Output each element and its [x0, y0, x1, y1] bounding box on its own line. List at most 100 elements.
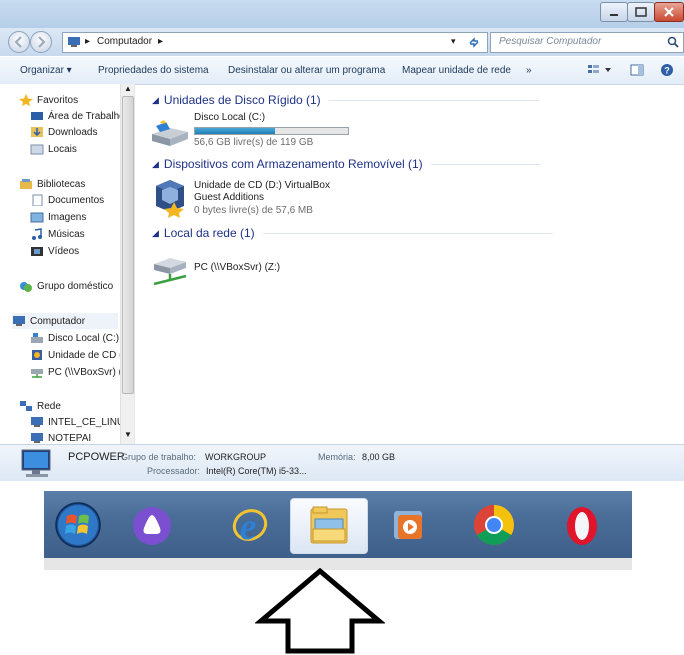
virtualbox-cd-icon: [156, 180, 184, 218]
disk-c-free-space: 56,6 GB livre(s) de 119 GB: [194, 137, 314, 148]
sidebar-item-videos[interactable]: Vídeos: [30, 243, 79, 259]
documents-icon: [32, 194, 43, 206]
help-icon[interactable]: ?: [660, 63, 674, 77]
group-header-removable[interactable]: ◢ Dispositivos com Armazenamento Removív…: [152, 157, 541, 171]
taskbar: e: [44, 491, 632, 558]
sidebar-item-local-disk[interactable]: Disco Local (C:): [30, 330, 119, 346]
uninstall-program-button[interactable]: Desinstalar ou alterar um programa: [228, 65, 385, 76]
star-icon: [19, 94, 33, 106]
group-header-hdd[interactable]: ◢ Unidades de Disco Rígido (1): [152, 93, 539, 107]
sidebar-item-favorites[interactable]: Favoritos: [19, 92, 78, 108]
details-pane: PCPOWER Grupo de trabalho: WORKGROUP Mem…: [0, 444, 684, 481]
group-divider: [328, 99, 539, 101]
address-bar[interactable]: ▸ Computador ▸ ▾: [62, 32, 488, 53]
sidebar-item-libraries[interactable]: Bibliotecas: [19, 176, 85, 192]
sidebar-item-desktop[interactable]: Área de Trabalho: [30, 108, 125, 124]
group-title: Local da rede (1): [163, 226, 255, 240]
sidebar-scrollbar[interactable]: ▲ ▼: [120, 84, 134, 444]
sidebar-item-network-pc-2[interactable]: NOTEPAI: [30, 430, 91, 444]
cd-drive-tile[interactable]: [152, 178, 188, 218]
sidebar-item-network[interactable]: Rede: [19, 398, 61, 414]
address-chevron-icon[interactable]: ▸: [158, 36, 163, 47]
search-icon[interactable]: [667, 36, 679, 48]
memory-label: Memória:: [318, 452, 356, 462]
cd-drive-icon: [32, 350, 42, 360]
search-box[interactable]: Pesquisar Computador: [490, 32, 684, 53]
title-bar: [0, 0, 684, 30]
sidebar-label: Área de Trabalho: [48, 110, 125, 122]
music-icon: [32, 228, 42, 240]
sidebar-item-downloads[interactable]: Downloads: [30, 124, 97, 140]
sidebar-label: Disco Local (C:): [48, 332, 120, 344]
content-area: ◢ Unidades de Disco Rígido (1) Disco Loc…: [136, 84, 684, 444]
address-path[interactable]: Computador: [97, 36, 152, 47]
collapse-icon[interactable]: ◢: [152, 95, 159, 106]
opera-icon[interactable]: [558, 501, 606, 549]
file-explorer-icon[interactable]: [290, 498, 368, 554]
back-button[interactable]: [8, 31, 30, 53]
group-title: Dispositivos com Armazenamento Removível…: [163, 157, 423, 171]
forward-button[interactable]: [30, 31, 52, 53]
address-separator: ▸: [85, 36, 91, 47]
sidebar-item-documents[interactable]: Documentos: [30, 192, 104, 208]
map-network-drive-button[interactable]: Mapear unidade de rede: [402, 65, 511, 76]
collapse-icon[interactable]: ◢: [152, 228, 159, 239]
media-player-icon[interactable]: [384, 501, 432, 549]
sidebar-item-network-pc-1[interactable]: INTEL_CE_LINUX: [30, 414, 131, 430]
maximize-button[interactable]: [627, 2, 655, 22]
sidebar-item-computer[interactable]: Computador: [12, 313, 118, 329]
sidebar-item-locais[interactable]: Locais: [30, 141, 77, 157]
sidebar-label: Grupo doméstico: [37, 280, 114, 292]
svg-text:?: ?: [664, 66, 670, 76]
sidebar-item-homegroup[interactable]: Grupo doméstico: [19, 278, 113, 294]
more-commands-button[interactable]: »: [526, 65, 532, 76]
network-icon: [20, 401, 32, 411]
scrollbar-thumb[interactable]: [122, 96, 134, 394]
sidebar-label: Favoritos: [37, 94, 79, 106]
sidebar-label: Downloads: [48, 126, 98, 138]
forward-arrow-icon: [38, 36, 46, 48]
sidebar-label: Músicas: [48, 228, 85, 240]
chrome-icon[interactable]: [470, 501, 518, 549]
desktop-icon: [31, 112, 43, 120]
sidebar-label: Computador: [30, 315, 86, 327]
windows-start-icon[interactable]: [54, 501, 102, 549]
cd-drive-name[interactable]: Unidade de CD (D:) VirtualBox: [194, 180, 330, 192]
sidebar-item-images[interactable]: Imagens: [30, 209, 86, 225]
disk-c-tile[interactable]: [150, 112, 190, 152]
hard-drive-icon: [31, 333, 43, 343]
dropdown-arrow-icon[interactable]: ▾: [451, 36, 456, 47]
downloads-icon: [31, 127, 43, 137]
sidebar-item-cd-drive[interactable]: Unidade de CD (I: [30, 347, 125, 363]
group-divider: [262, 232, 553, 234]
system-properties-button[interactable]: Propriedades do sistema: [98, 65, 209, 76]
sidebar-item-music[interactable]: Músicas: [30, 226, 85, 242]
processor-value: Intel(R) Core(TM) i5-33...: [206, 466, 307, 476]
processor-label: Processador:: [147, 466, 201, 476]
scroll-down-icon[interactable]: ▼: [124, 430, 132, 439]
sidebar-item-pc-share[interactable]: PC (\\VBoxSvr) (Z: [30, 364, 128, 380]
computer-icon: [21, 449, 51, 477]
minimize-button[interactable]: [600, 2, 628, 22]
up-arrow-icon: [255, 567, 385, 654]
app-triangle-icon[interactable]: [128, 501, 176, 549]
collapse-icon[interactable]: ◢: [152, 159, 159, 170]
group-title: Unidades de Disco Rígido (1): [163, 93, 321, 107]
preview-pane-icon[interactable]: [630, 64, 644, 76]
view-options-icon[interactable]: [588, 64, 612, 76]
close-button[interactable]: [654, 2, 684, 22]
network-drive-name[interactable]: PC (\\VBoxSvr) (Z:): [194, 262, 280, 274]
group-header-network[interactable]: ◢ Local da rede (1): [152, 226, 553, 240]
internet-explorer-icon[interactable]: e: [224, 501, 272, 549]
computer-icon: [31, 417, 43, 427]
sidebar-label: Documentos: [48, 194, 105, 206]
libraries-icon: [20, 179, 32, 189]
network-drive-tile[interactable]: [150, 254, 190, 288]
disk-c-name[interactable]: Disco Local (C:): [194, 112, 265, 124]
navigation-bar: ▸ Computador ▸ ▾ Pesquisar Computador: [0, 28, 684, 56]
refresh-icon[interactable]: [467, 35, 481, 49]
organize-menu[interactable]: Organizar ▾: [20, 65, 72, 76]
homegroup-icon: [20, 282, 32, 292]
scroll-up-icon[interactable]: ▲: [124, 84, 132, 93]
computer-icon: [13, 316, 25, 326]
